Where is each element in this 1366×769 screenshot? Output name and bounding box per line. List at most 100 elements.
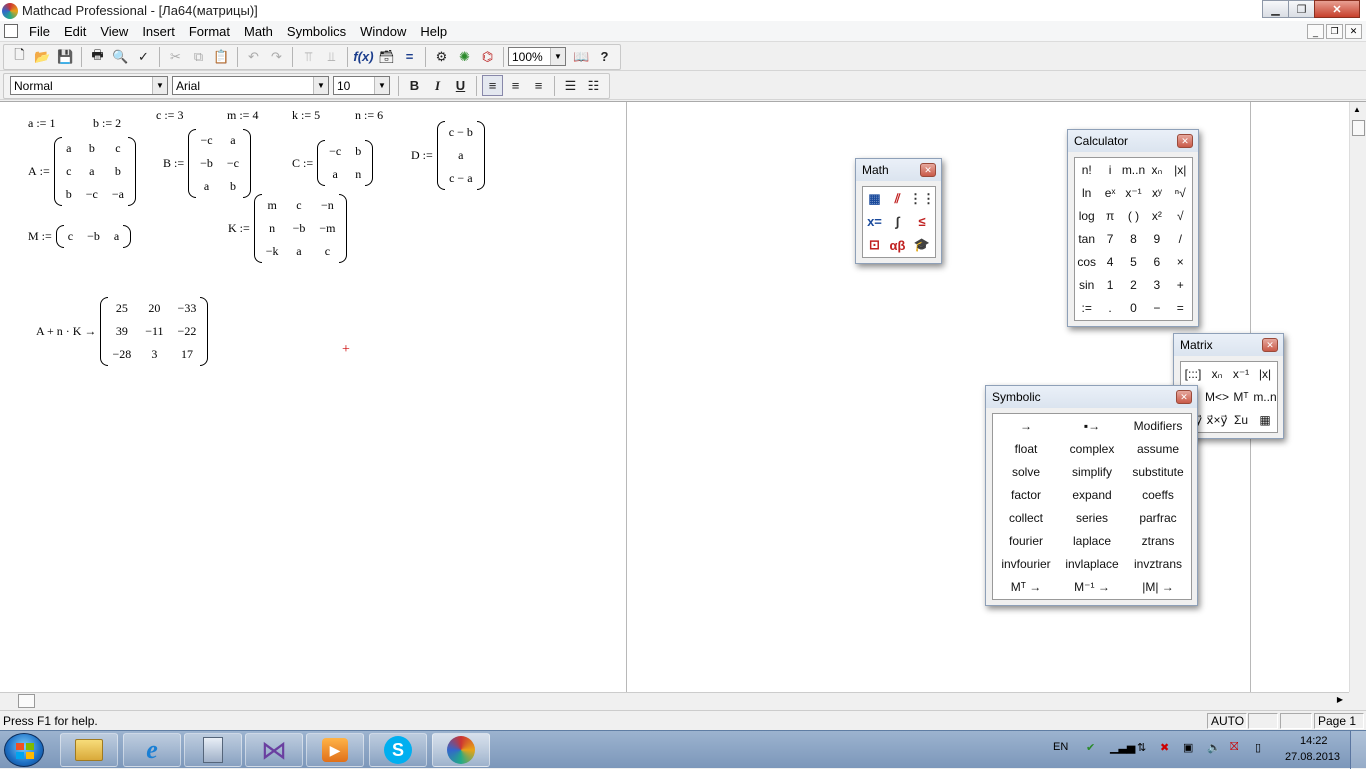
minimize-button[interactable]: ▁ — [1262, 0, 1289, 18]
matrix-cell[interactable]: 39 — [116, 324, 128, 339]
copy-icon[interactable]: ⧉ — [188, 46, 209, 67]
calculate-icon[interactable]: = — [399, 46, 420, 67]
definition-c[interactable]: c := 3 — [156, 108, 183, 123]
underline-button[interactable]: U — [450, 75, 471, 96]
palette-button-34[interactable]: = — [1169, 297, 1192, 320]
palette-button-5[interactable]: ln — [1075, 181, 1098, 204]
palette-button-2[interactable]: m..n — [1122, 158, 1145, 181]
matrix-C-definition[interactable]: C := −c b a n — [292, 140, 374, 186]
menu-format[interactable]: Format — [182, 24, 237, 39]
palette-button-6[interactable]: solve — [993, 460, 1059, 483]
matrix-cell[interactable]: −b — [200, 156, 213, 171]
style-select[interactable]: Normal ▼ — [10, 76, 168, 95]
palette-button-32[interactable]: 0 — [1122, 297, 1145, 320]
palette-button-17[interactable]: 8 — [1122, 227, 1145, 250]
calculus-icon[interactable]: ∫ — [886, 210, 909, 233]
palette-button-10[interactable]: Σu — [1229, 409, 1253, 432]
doc-minimize-button[interactable]: _ — [1307, 24, 1324, 39]
matrix-cell[interactable]: 20 — [148, 301, 160, 316]
scroll-up-icon[interactable]: ▲ — [1353, 105, 1361, 114]
definition-b[interactable]: b := 2 — [93, 116, 121, 131]
scroll-right-icon[interactable]: ▶ — [1337, 695, 1343, 704]
palette-button-14[interactable]: parfrac — [1125, 507, 1191, 530]
taskbar-media-player[interactable]: ▶ — [306, 733, 364, 767]
matrix-palette-close-button[interactable]: ✕ — [1262, 338, 1278, 352]
palette-button-30[interactable]: := — [1075, 297, 1098, 320]
palette-button-23[interactable]: 6 — [1145, 251, 1168, 274]
taskbar-calculator[interactable] — [184, 733, 242, 767]
graph-icon[interactable]: ⫽ — [886, 187, 909, 210]
palette-button-7[interactable]: m..n — [1253, 385, 1277, 408]
matrix-cell[interactable]: b — [66, 187, 72, 202]
align-top-icon[interactable]: ⫪ — [298, 46, 319, 67]
font-select[interactable]: Arial ▼ — [172, 76, 329, 95]
matrix-cell[interactable]: a — [458, 148, 463, 163]
palette-button-11[interactable]: π — [1098, 204, 1121, 227]
definition-m[interactable]: m := 4 — [227, 108, 258, 123]
zoom-select[interactable]: 100% ▼ — [508, 47, 566, 66]
undo-icon[interactable]: ↶ — [243, 46, 264, 67]
matrix-cell[interactable]: −n — [321, 198, 334, 213]
tray-check-icon[interactable]: ✔ — [1086, 741, 1095, 754]
palette-button-7[interactable]: simplify — [1059, 460, 1125, 483]
matrix-cell[interactable]: −11 — [145, 324, 163, 339]
palette-button-25[interactable]: sin — [1075, 274, 1098, 297]
palette-button-6[interactable]: eˣ — [1098, 181, 1121, 204]
definition-a[interactable]: a := 1 — [28, 116, 55, 131]
vertical-scroll-thumb[interactable] — [1352, 120, 1365, 136]
matrix-cell[interactable]: −c — [86, 187, 98, 202]
palette-button-15[interactable]: tan — [1075, 227, 1098, 250]
matrix-cell[interactable]: a — [204, 179, 209, 194]
matrix-cell[interactable]: −28 — [112, 347, 131, 362]
matrix-cell[interactable]: −a — [112, 187, 124, 202]
horizontal-scrollbar[interactable]: ▶ — [0, 692, 1349, 709]
palette-button-14[interactable]: √ — [1169, 204, 1192, 227]
palette-button-16[interactable]: 7 — [1098, 227, 1121, 250]
tray-monitor-icon[interactable]: ▣ — [1183, 741, 1193, 754]
palette-button-11[interactable]: coeffs — [1125, 483, 1191, 506]
palette-button-3[interactable]: float — [993, 437, 1059, 460]
palette-button-0[interactable]: [:::] — [1181, 362, 1205, 385]
matrix-cell[interactable]: −k — [266, 244, 279, 259]
insert-unit-icon[interactable]: 🗃 — [376, 46, 397, 67]
doc-restore-button[interactable]: ❐ — [1326, 24, 1343, 39]
language-indicator[interactable]: EN — [1053, 741, 1068, 753]
palette-button-12[interactable]: ( ) — [1122, 204, 1145, 227]
resource-center-icon[interactable]: 📖 — [571, 46, 592, 67]
symbolic-palette-close-button[interactable]: ✕ — [1176, 390, 1192, 404]
font-size-select[interactable]: 10 ▼ — [333, 76, 390, 95]
matrix-cell[interactable]: −b — [293, 221, 306, 236]
tray-battery-icon[interactable]: ▯ — [1255, 741, 1261, 754]
palette-button-11[interactable]: ▦ — [1253, 409, 1277, 432]
tray-volume-icon[interactable]: 🔈 — [1207, 741, 1221, 754]
print-icon[interactable]: 🖶 — [87, 46, 108, 67]
matrix-cell[interactable]: c — [325, 244, 330, 259]
matrix-cell[interactable]: b — [230, 179, 236, 194]
insert-function-icon[interactable]: f(x) — [353, 46, 374, 67]
palette-button-20[interactable]: invztrans — [1125, 553, 1191, 576]
palette-button-5[interactable]: M<> — [1205, 385, 1229, 408]
symbolic-icon[interactable]: 🎓 — [909, 234, 935, 257]
document-icon[interactable] — [4, 24, 18, 38]
doc-close-button[interactable]: ✕ — [1345, 24, 1362, 39]
palette-button-0[interactable]: → — [993, 414, 1059, 437]
palette-button-13[interactable]: x² — [1145, 204, 1168, 227]
matrix-cell[interactable]: c — [66, 164, 71, 179]
palette-button-2[interactable]: Modifiers — [1125, 414, 1191, 437]
maximize-button[interactable]: ❐ — [1288, 0, 1315, 18]
matrix-cell[interactable]: n — [269, 221, 275, 236]
redo-icon[interactable]: ↷ — [266, 46, 287, 67]
menu-file[interactable]: File — [22, 24, 57, 39]
align-down-icon[interactable]: ⫫ — [321, 46, 342, 67]
help-icon[interactable]: ? — [594, 46, 615, 67]
matrix-cell[interactable]: a — [230, 133, 235, 148]
taskbar-mathcad[interactable] — [432, 733, 490, 767]
palette-button-13[interactable]: series — [1059, 507, 1125, 530]
matrix-cell[interactable]: a — [89, 164, 94, 179]
tray-flag-icon[interactable]: ✖ — [1160, 741, 1169, 754]
numbered-list-icon[interactable]: ☷ — [583, 75, 604, 96]
matrix-cell[interactable]: 25 — [116, 301, 128, 316]
palette-button-29[interactable]: + — [1169, 274, 1192, 297]
greek-icon[interactable]: αβ — [886, 234, 909, 257]
palette-button-4[interactable]: |x| — [1169, 158, 1192, 181]
